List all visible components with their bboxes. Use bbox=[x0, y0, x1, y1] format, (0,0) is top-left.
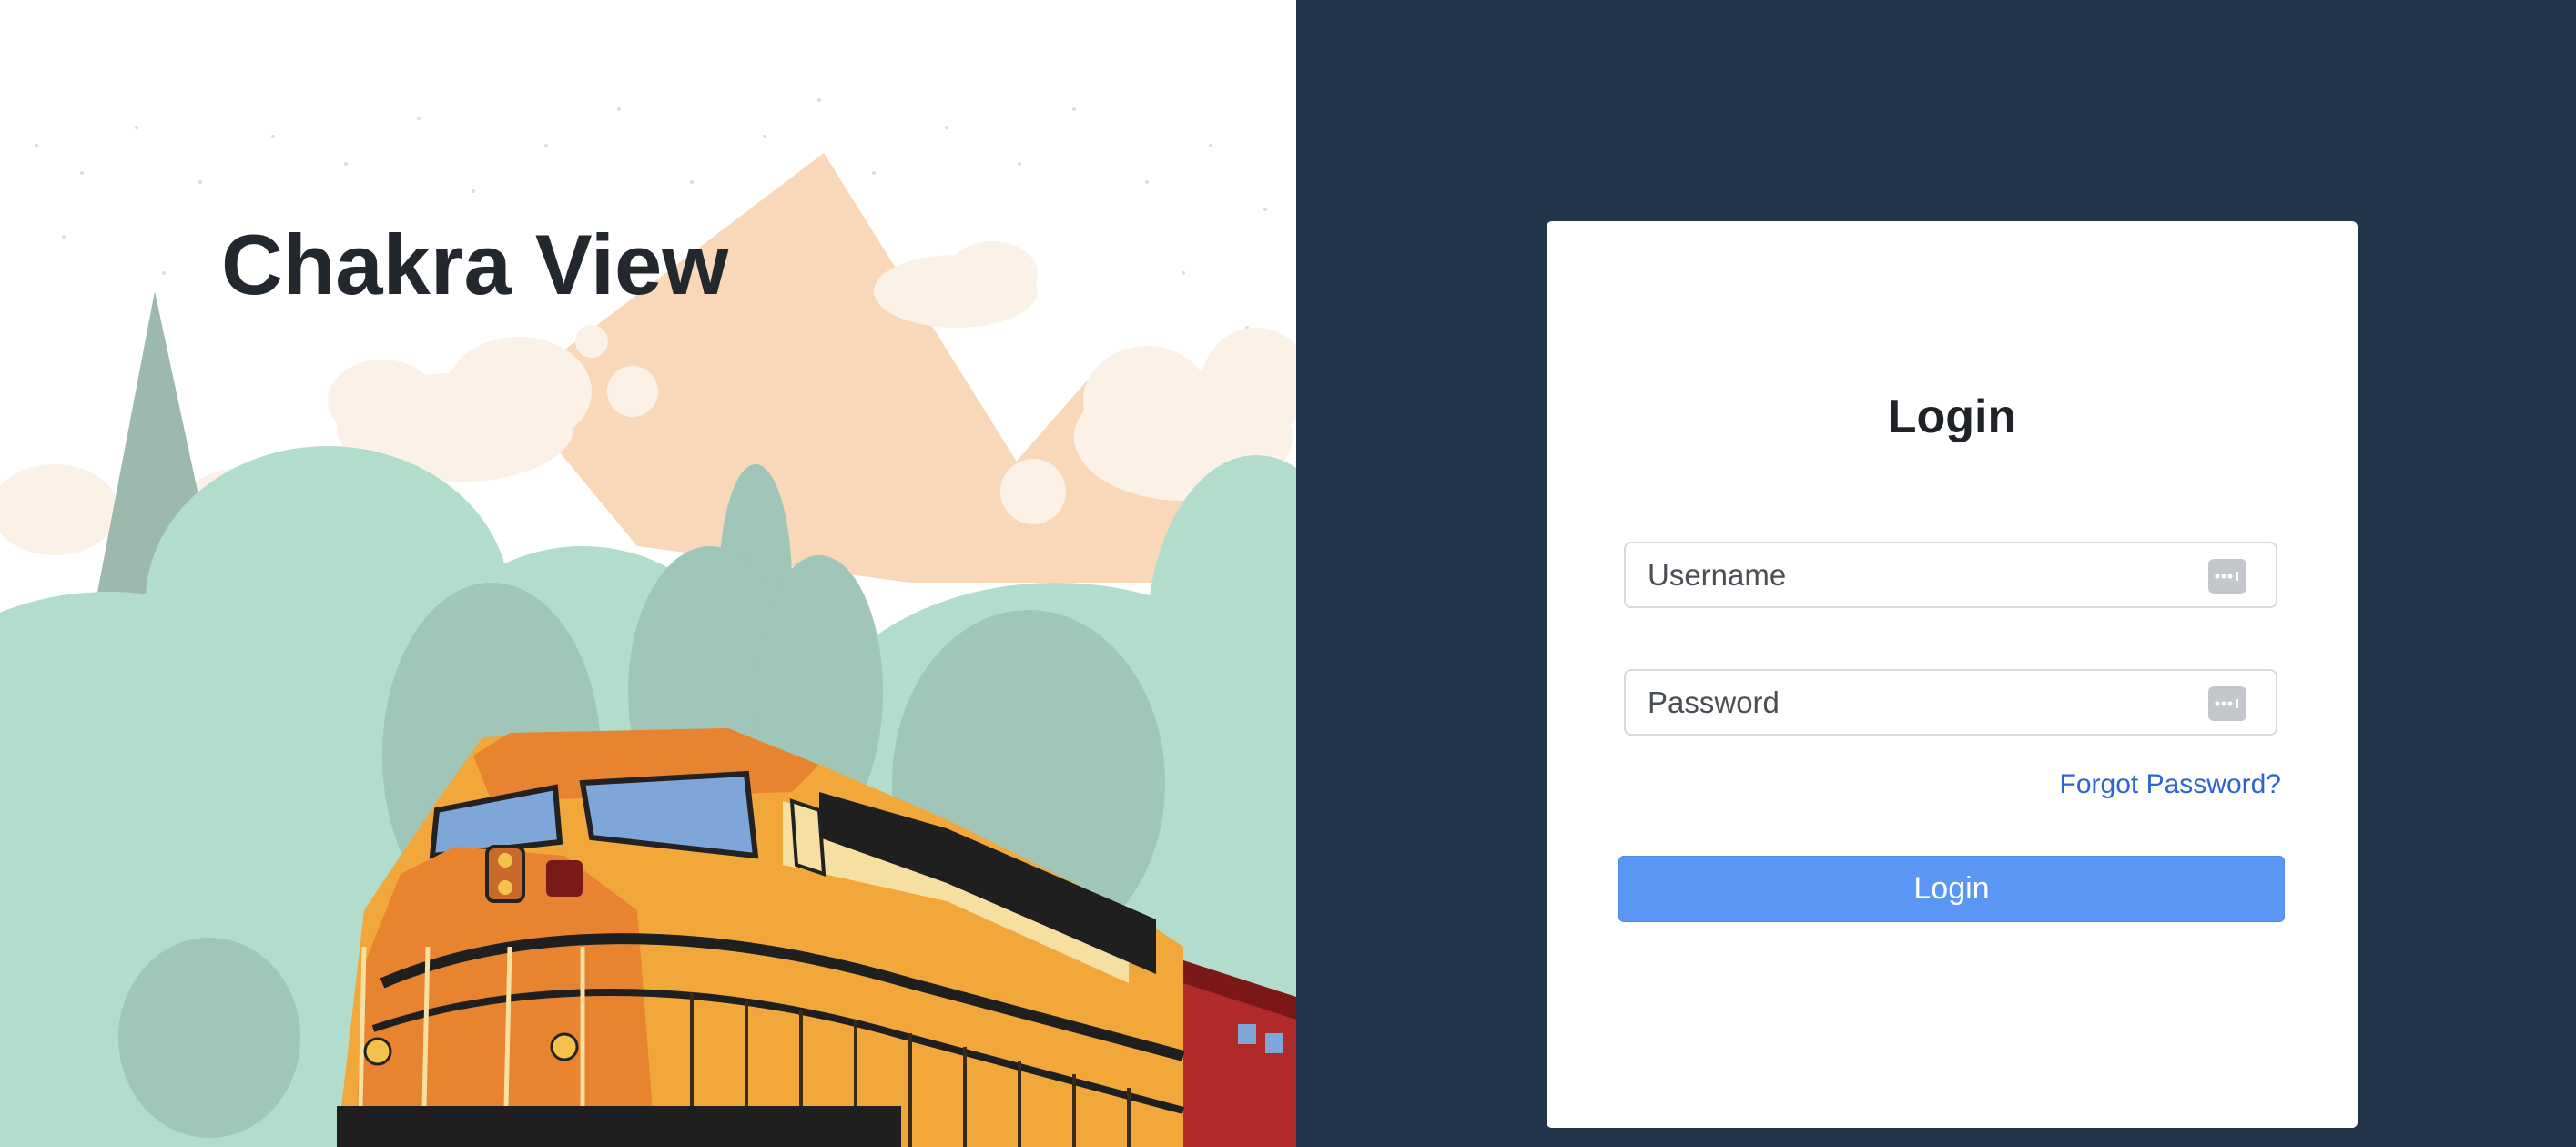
login-title: Login bbox=[1887, 391, 2017, 443]
brand-title: Chakra View bbox=[221, 217, 729, 312]
login-button[interactable]: Login bbox=[1618, 856, 2285, 922]
forgot-password-link[interactable]: Forgot Password? bbox=[2003, 769, 2281, 800]
password-input[interactable] bbox=[1626, 671, 2190, 734]
password-manager-key-icon[interactable] bbox=[2208, 559, 2246, 594]
login-page: Chakra View Login Forgot Password? bbox=[0, 0, 2576, 1147]
dots-icon bbox=[2215, 699, 2238, 708]
password-field[interactable] bbox=[1624, 669, 2277, 736]
train-forest-illustration bbox=[0, 98, 1296, 1147]
username-field[interactable] bbox=[1624, 542, 2277, 608]
username-input[interactable] bbox=[1626, 543, 2190, 606]
password-manager-key-icon[interactable] bbox=[2208, 686, 2246, 721]
dots-icon bbox=[2215, 572, 2238, 581]
illustration-panel: Chakra View bbox=[0, 0, 1296, 1147]
